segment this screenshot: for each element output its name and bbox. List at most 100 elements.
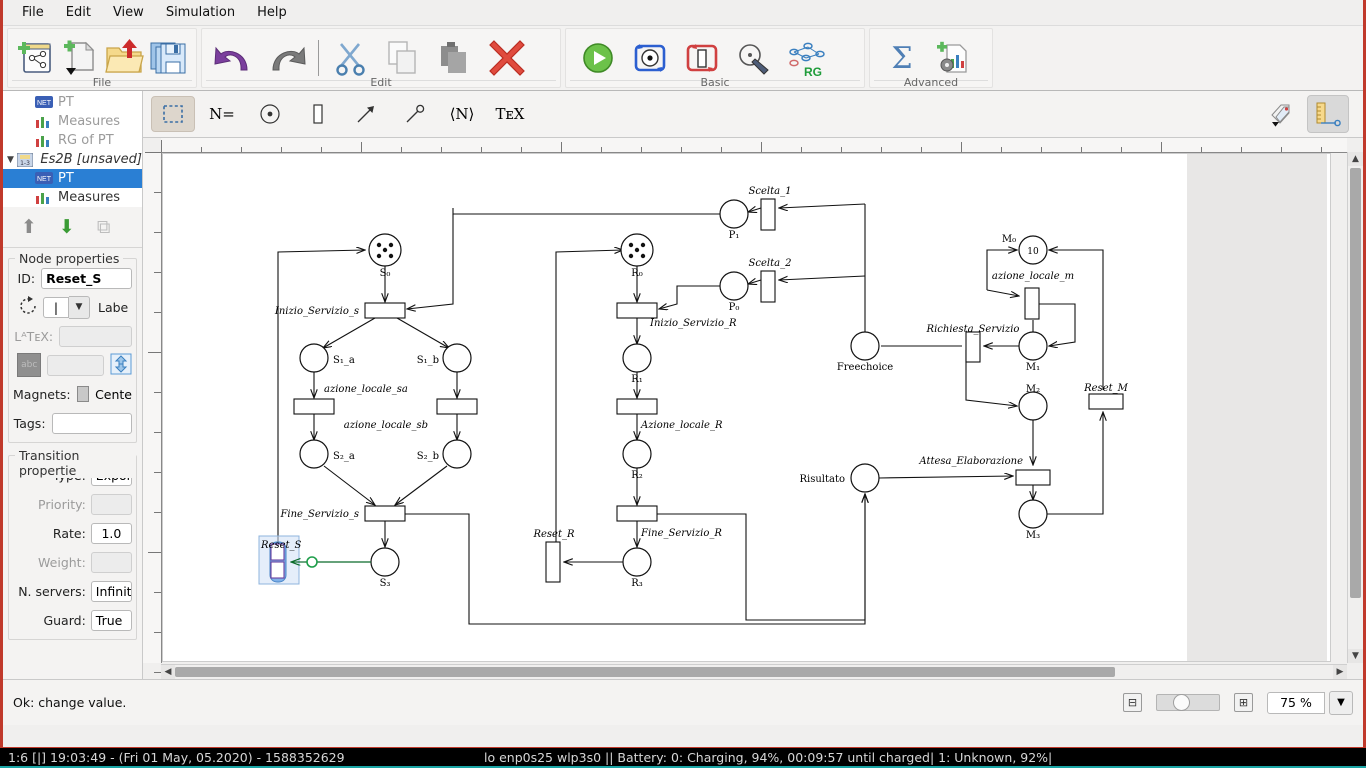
paste-button[interactable] bbox=[429, 35, 481, 81]
weight-input[interactable] bbox=[90, 551, 132, 573]
tree-item-project-es2b[interactable]: ▼ 1-3 Es2B [unsaved] bbox=[3, 150, 142, 169]
place-Risultato[interactable]: Risultato bbox=[799, 463, 880, 493]
zoom-out-icon[interactable]: ⊟ bbox=[1123, 693, 1142, 712]
menu-item-file[interactable]: File bbox=[11, 2, 55, 23]
tree-item-measures[interactable]: Measures bbox=[3, 188, 142, 207]
place-R2[interactable]: R₂ bbox=[622, 439, 652, 481]
scroll-down-arrow-icon[interactable]: ▼ bbox=[1348, 649, 1363, 663]
id-input[interactable]: Reset_S bbox=[41, 267, 132, 289]
zoom-slider-knob[interactable] bbox=[1173, 694, 1190, 711]
place-S1-b[interactable]: S₁_b bbox=[417, 343, 472, 373]
place-S2-b[interactable]: S₂_b bbox=[417, 439, 472, 469]
menu-item-simulation[interactable]: Simulation bbox=[155, 2, 246, 23]
tex-label-tool[interactable]: TᴇX bbox=[489, 97, 531, 131]
open-folder-button[interactable] bbox=[102, 35, 146, 81]
cut-button[interactable] bbox=[325, 35, 377, 81]
zoom-value[interactable]: 75 % bbox=[1267, 691, 1325, 714]
move-down-button[interactable]: ⬇ bbox=[59, 217, 75, 237]
horizontal-scrollbar[interactable]: ◀ ▶ bbox=[161, 664, 1347, 679]
place-S2-a[interactable]: S₂_a bbox=[299, 439, 355, 469]
tree-item-rg-of-pt[interactable]: RG of PT bbox=[3, 131, 142, 150]
run-simulation-button[interactable] bbox=[572, 35, 624, 81]
net-drawing-sheet[interactable]: S₀ S₁_a S₁_b S₂_a S₂_b S₃ P₁ P₀ R₀ R₁ R₂… bbox=[162, 153, 1331, 662]
chevron-down-icon[interactable]: ▼ bbox=[7, 155, 15, 165]
latex-input[interactable] bbox=[59, 325, 132, 347]
rotation-value[interactable]: | bbox=[43, 296, 69, 318]
place-M1[interactable]: M₁ bbox=[1018, 331, 1048, 373]
place-R3[interactable]: R₃ bbox=[622, 547, 652, 589]
new-project-button[interactable] bbox=[14, 35, 58, 81]
place-M2[interactable]: M₂ bbox=[1018, 384, 1048, 421]
average-marking-tool[interactable]: ⟨N⟩ bbox=[441, 97, 483, 131]
scroll-left-arrow-icon[interactable]: ◀ bbox=[161, 665, 175, 679]
place-Freechoice[interactable]: Freechoice bbox=[837, 331, 893, 373]
transition-step-button[interactable] bbox=[676, 35, 728, 81]
font-size-input[interactable] bbox=[47, 354, 104, 376]
menu-item-view[interactable]: View bbox=[102, 2, 155, 23]
zoom-in-icon[interactable]: ⊞ bbox=[1234, 693, 1253, 712]
select-rectangle-tool[interactable] bbox=[151, 96, 195, 132]
place-S0[interactable]: S₀ bbox=[368, 233, 402, 279]
place-P0[interactable]: P₀ bbox=[719, 271, 749, 313]
tags-input[interactable] bbox=[51, 412, 132, 434]
move-up-button[interactable]: ⬆ bbox=[21, 217, 37, 237]
priority-input[interactable] bbox=[90, 493, 132, 515]
place-M0[interactable]: 10 M₀ bbox=[1002, 234, 1048, 265]
duplicate-button[interactable]: ⧉ bbox=[97, 217, 111, 237]
arc-tool[interactable] bbox=[345, 97, 387, 131]
place-R0[interactable]: R₀ bbox=[620, 233, 654, 279]
rotate-icon[interactable] bbox=[17, 295, 39, 319]
menu-item-help[interactable]: Help bbox=[246, 2, 298, 23]
new-page-button[interactable] bbox=[58, 35, 102, 81]
up-down-arrows-icon[interactable] bbox=[110, 353, 132, 378]
transition-azione-locale-sa[interactable]: azione_locale_sa bbox=[293, 384, 408, 415]
redo-button[interactable] bbox=[260, 35, 312, 81]
undo-button[interactable] bbox=[208, 35, 260, 81]
tree-item-pt-selected[interactable]: NET PT bbox=[3, 169, 142, 188]
tree-item-measures-top[interactable]: Measures bbox=[3, 112, 142, 131]
marking-tool[interactable]: N= bbox=[201, 97, 243, 131]
transition-tool[interactable] bbox=[297, 97, 339, 131]
horizontal-scroll-thumb[interactable] bbox=[175, 667, 1115, 677]
place-S1-a[interactable]: S₁_a bbox=[299, 343, 355, 373]
tree-item-pt-top[interactable]: NET PT bbox=[3, 93, 142, 112]
petri-net-drawing[interactable]: S₀ S₁_a S₁_b S₂_a S₂_b S₃ P₁ P₀ R₀ R₁ R₂… bbox=[163, 154, 1331, 662]
rate-input[interactable]: 1.0 bbox=[90, 522, 132, 544]
transition-Reset-M[interactable]: Reset_M bbox=[1083, 383, 1129, 410]
inhibitor-arc-reset-s[interactable] bbox=[291, 556, 371, 568]
scroll-right-arrow-icon[interactable]: ▶ bbox=[1333, 665, 1347, 679]
ruler-measure-icon[interactable] bbox=[1307, 95, 1349, 133]
font-color-swatch[interactable]: abc bbox=[17, 353, 42, 377]
magnets-checkbox[interactable] bbox=[76, 386, 90, 402]
save-all-button[interactable] bbox=[146, 35, 190, 81]
transition-Fine-Servizio-R[interactable]: Fine_Servizio_R bbox=[616, 505, 722, 539]
transition-azione-locale-m[interactable]: azione_locale_m bbox=[992, 271, 1074, 320]
place-S3[interactable]: S₃ bbox=[370, 547, 400, 589]
place-M3[interactable]: M₃ bbox=[1018, 499, 1048, 541]
transition-Azione-locale-R[interactable]: Azione_locale_R bbox=[616, 398, 723, 431]
menu-item-edit[interactable]: Edit bbox=[55, 2, 102, 23]
inhibitor-arc-tool[interactable] bbox=[393, 97, 435, 131]
copy-button[interactable] bbox=[377, 35, 429, 81]
color-tags-icon[interactable] bbox=[1261, 96, 1301, 132]
new-measure-button[interactable] bbox=[928, 35, 980, 81]
guard-input[interactable]: True bbox=[90, 609, 132, 631]
vertical-scrollbar[interactable]: ▲ ▼ bbox=[1347, 152, 1363, 663]
scroll-up-arrow-icon[interactable]: ▲ bbox=[1348, 152, 1363, 166]
zoom-dropdown-icon[interactable]: ▼ bbox=[1329, 690, 1353, 715]
reachability-graph-button[interactable]: RG bbox=[780, 35, 832, 81]
place-P1[interactable]: P₁ bbox=[719, 199, 749, 241]
token-game-button[interactable] bbox=[624, 35, 676, 81]
delete-button[interactable] bbox=[481, 35, 533, 81]
servers-input[interactable]: Infinit bbox=[90, 580, 132, 602]
rotation-dropdown-icon[interactable]: ▼ bbox=[69, 295, 90, 319]
vertical-scroll-thumb[interactable] bbox=[1350, 168, 1361, 598]
transition-Reset-R[interactable]: Reset_R bbox=[532, 529, 575, 583]
structural-analysis-button[interactable] bbox=[728, 35, 780, 81]
place-tool[interactable] bbox=[249, 97, 291, 131]
transition-Reset-S[interactable]: Reset_S bbox=[258, 535, 302, 585]
place-R1[interactable]: R₁ bbox=[622, 343, 652, 385]
transition-Attesa-Elaborazione[interactable]: Attesa_Elaborazione bbox=[918, 456, 1051, 486]
transition-Inizio-Servizio-s[interactable]: Inizio_Servizio_s bbox=[274, 302, 406, 319]
zoom-slider[interactable] bbox=[1156, 694, 1220, 711]
